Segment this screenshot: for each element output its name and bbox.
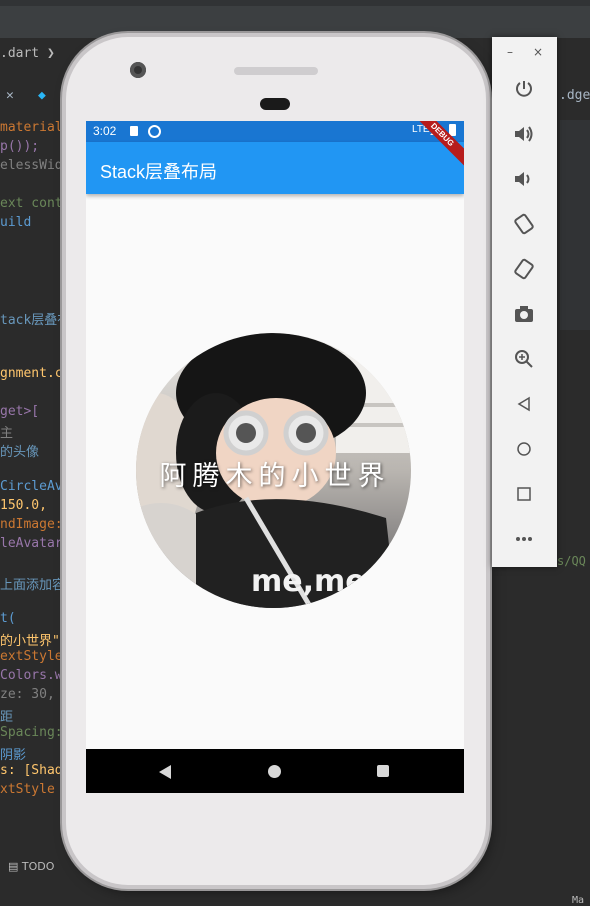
code-line: 距	[0, 709, 14, 725]
right-panel	[560, 120, 590, 330]
device-screen[interactable]: 3:02 LTE Stack层叠布局 DEBUG me,me 阿腾木的小世界	[86, 121, 464, 793]
code-line: ext conte	[0, 195, 71, 211]
nav-recents-icon[interactable]	[377, 765, 389, 777]
proximity-sensor	[260, 98, 290, 110]
code-line: material.	[0, 120, 71, 135]
zoom-icon[interactable]	[512, 347, 536, 371]
code-line: 阴影	[0, 747, 27, 763]
more-icon[interactable]	[512, 527, 536, 551]
emulator-toolbar: – ×	[492, 37, 557, 567]
code-line: get>[	[0, 403, 40, 419]
code-line: Spacing:	[0, 724, 63, 740]
todo-tab[interactable]: ▤ TODO	[8, 860, 54, 873]
power-icon[interactable]	[512, 77, 536, 101]
overview-icon[interactable]	[512, 482, 536, 506]
code-line: gnment.ce	[0, 365, 71, 381]
code-line: p());	[0, 138, 40, 154]
code-line: 150.0,	[0, 498, 47, 513]
code-line: CircleAv	[0, 479, 63, 495]
corner-label: Ma	[572, 895, 585, 906]
right-path: s/QQ	[557, 554, 586, 568]
close-icon[interactable]: ×	[533, 45, 543, 59]
minimize-icon[interactable]: –	[507, 45, 513, 59]
code-line: leAvatar	[0, 535, 63, 551]
close-tab-icon[interactable]: ✕	[6, 88, 14, 103]
svg-text:me,me: me,me	[251, 564, 366, 599]
earpiece	[234, 67, 318, 75]
code-line: 主	[0, 426, 14, 442]
camera-icon[interactable]	[512, 302, 536, 326]
code-line: ze: 30,	[0, 687, 55, 702]
nav-bar	[86, 749, 464, 793]
app-title: Stack层叠布局	[100, 162, 218, 182]
code-line: extStyle(	[0, 649, 71, 665]
code-line: xtStyle	[0, 781, 55, 797]
code-line: 的头像	[0, 445, 40, 461]
code-line: 的小世界"	[0, 634, 60, 650]
volume-up-icon[interactable]	[512, 122, 536, 146]
dart-file-icon: ◆	[38, 88, 46, 103]
nav-back-icon[interactable]	[159, 765, 171, 779]
status-time: 3:02	[93, 124, 117, 138]
back-icon[interactable]	[512, 392, 536, 416]
code-line: ndImage:	[0, 516, 63, 532]
code-line: uild	[0, 214, 32, 230]
code-line: t(	[0, 611, 16, 627]
code-line: Colors.w	[0, 668, 63, 684]
breadcrumb[interactable]: .dart ❯	[0, 46, 55, 61]
avatar-overlay-text: 阿腾木的小世界	[159, 461, 391, 492]
home-icon[interactable]	[512, 437, 536, 461]
volume-down-icon[interactable]	[512, 167, 536, 191]
code-line: elessWidg	[0, 157, 71, 173]
ide-title-area	[0, 0, 590, 38]
rotate-right-icon[interactable]	[512, 257, 536, 281]
code-line: s: [Shado	[0, 762, 71, 778]
debug-banner: DEBUG	[404, 121, 464, 181]
sync-icon	[148, 125, 161, 138]
sd-card-icon	[130, 126, 138, 136]
nav-home-icon[interactable]	[268, 765, 281, 778]
front-camera	[130, 62, 146, 78]
code-line: 上面添加容	[0, 577, 66, 593]
code-line: tack层叠布	[0, 313, 71, 328]
rotate-left-icon[interactable]	[512, 212, 536, 236]
